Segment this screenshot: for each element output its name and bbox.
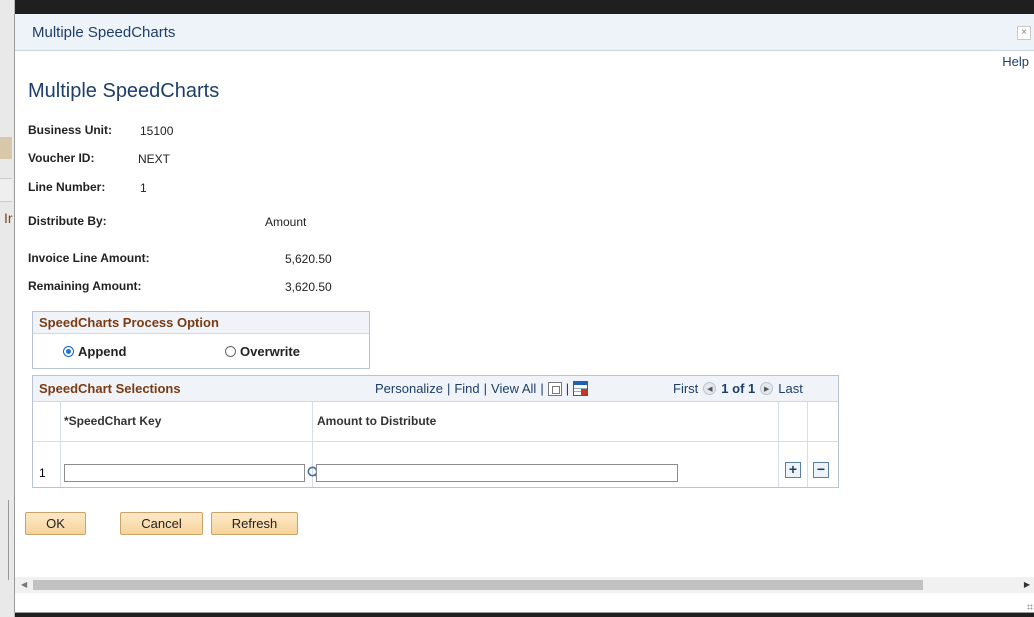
distribute-by-label: Distribute By:: [28, 214, 107, 228]
radio-unselected-icon: [225, 346, 236, 357]
background-tab: [0, 178, 12, 202]
page-title: Multiple SpeedCharts: [28, 80, 220, 102]
business-unit-label: Business Unit:: [28, 123, 113, 137]
grid-pagination: First ◀ 1 of 1 ▶ Last: [673, 381, 803, 396]
resize-grip-icon[interactable]: [1027, 604, 1033, 610]
help-link[interactable]: Help: [1002, 54, 1029, 69]
amount-to-distribute-input[interactable]: [316, 464, 678, 482]
zoom-icon[interactable]: [547, 381, 562, 396]
scroll-right-icon[interactable]: ▶: [1024, 580, 1030, 589]
ok-button[interactable]: OK: [25, 512, 86, 535]
refresh-button[interactable]: Refresh: [211, 512, 298, 535]
invoice-line-amount-label: Invoice Line Amount:: [28, 251, 150, 265]
overwrite-radio[interactable]: Overwrite: [225, 344, 300, 359]
previous-icon[interactable]: ◀: [703, 382, 717, 395]
column-header-row: *SpeedChart Key Amount to Distribute: [33, 402, 838, 442]
overwrite-radio-label: Overwrite: [240, 344, 300, 359]
add-row-icon[interactable]: +: [785, 462, 801, 478]
remaining-amount-label: Remaining Amount:: [28, 279, 142, 293]
delete-row-icon[interactable]: −: [813, 462, 829, 478]
personalize-link[interactable]: Personalize: [375, 381, 443, 396]
background-text-fragment: Ir: [4, 210, 13, 226]
grid-header: SpeedChart Selections Personalize | Find…: [33, 376, 838, 402]
line-number-label: Line Number:: [28, 180, 106, 194]
process-option-title: SpeedCharts Process Option: [33, 312, 369, 334]
download-to-excel-icon[interactable]: [573, 381, 589, 396]
column-header-speedchart-key: *SpeedChart Key: [64, 414, 162, 428]
voucher-id-value: NEXT: [138, 152, 171, 166]
voucher-id-label: Voucher ID:: [28, 151, 95, 165]
modal-title: Multiple SpeedCharts: [32, 24, 176, 41]
append-radio-label: Append: [78, 344, 127, 359]
process-option-groupbox: SpeedCharts Process Option Append Overwr…: [32, 311, 370, 369]
first-link[interactable]: First: [673, 381, 698, 396]
remaining-amount-value: 3,620.50: [285, 280, 332, 294]
modal-titlebar: Multiple SpeedCharts ×: [15, 14, 1034, 51]
view-all-link[interactable]: View All: [491, 381, 536, 396]
background-tab: [0, 137, 12, 159]
invoice-line-amount-value: 5,620.50: [285, 252, 332, 266]
multiple-speedcharts-modal: Multiple SpeedCharts × Help Multiple Spe…: [14, 14, 1034, 613]
distribute-by-value: Amount: [265, 215, 307, 229]
scrollbar-thumb[interactable]: [33, 580, 923, 590]
last-link[interactable]: Last: [778, 381, 803, 396]
business-unit-value: 15100: [140, 124, 174, 138]
speedchart-selections-grid: SpeedChart Selections Personalize | Find…: [32, 375, 839, 488]
line-number-value: 1: [140, 181, 147, 195]
column-header-amount: Amount to Distribute: [317, 414, 437, 428]
row-count: 1 of 1: [721, 381, 756, 396]
find-link[interactable]: Find: [454, 381, 479, 396]
radio-selected-icon: [63, 346, 74, 357]
append-radio[interactable]: Append: [63, 344, 126, 359]
row-number: 1: [39, 466, 46, 480]
grid-title: SpeedChart Selections: [39, 381, 181, 396]
speedchart-key-input[interactable]: [64, 464, 305, 482]
cancel-button[interactable]: Cancel: [120, 512, 203, 535]
close-icon[interactable]: ×: [1017, 26, 1031, 40]
horizontal-scrollbar[interactable]: ◀ ▶: [15, 577, 1034, 593]
background-page: Ir: [0, 0, 15, 617]
grid-toolbar: Personalize | Find | View All | |: [375, 381, 589, 396]
next-icon[interactable]: ▶: [760, 382, 774, 395]
scroll-left-icon[interactable]: ◀: [21, 580, 27, 589]
